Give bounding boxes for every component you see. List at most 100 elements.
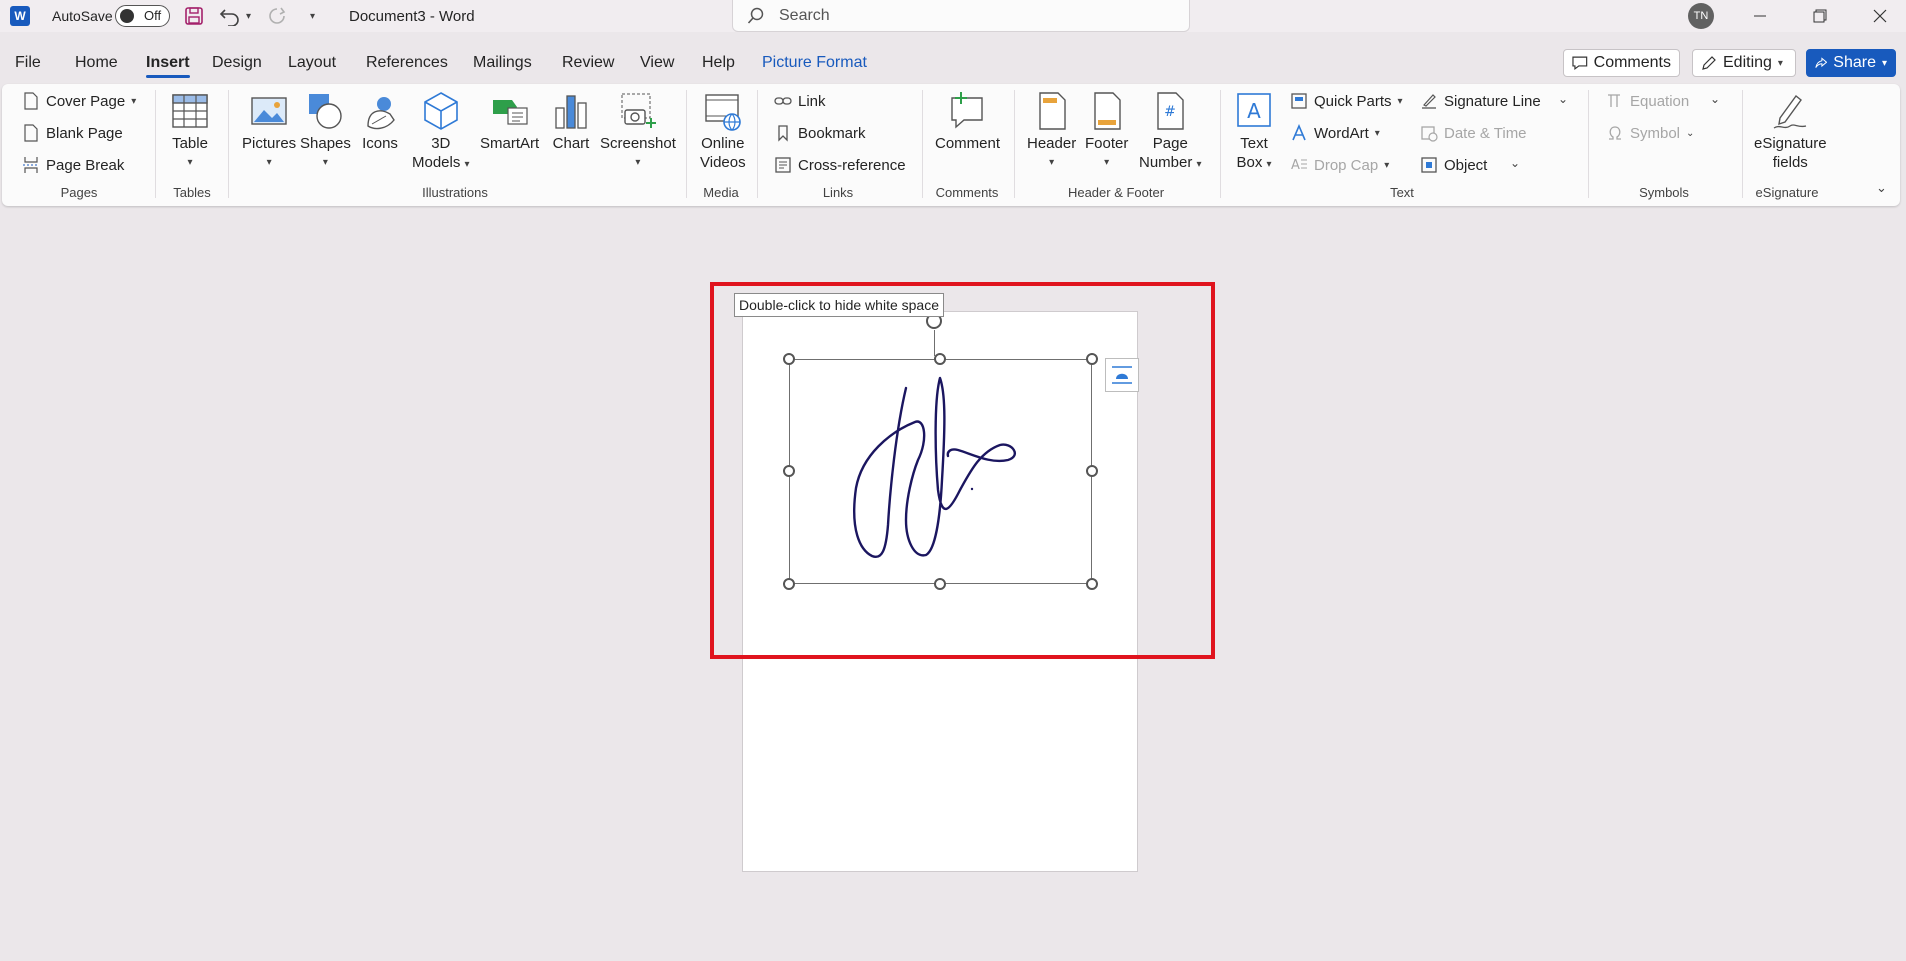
search-icon (747, 7, 764, 24)
online-videos-label-line1: Online (701, 135, 745, 152)
chevron-down-icon: ▾ (1397, 95, 1403, 107)
quick-parts-button[interactable]: Quick Parts ▾ (1290, 92, 1403, 110)
esignature-fields-button[interactable]: eSignature fields (1754, 90, 1827, 172)
word-logo-icon[interactable]: W (10, 6, 30, 26)
chart-label: Chart (552, 135, 590, 152)
tab-design[interactable]: Design (212, 54, 262, 72)
group-separator (1014, 90, 1015, 198)
page-break-button[interactable]: Page Break (22, 156, 124, 174)
screenshot-icon (621, 93, 656, 128)
chevron-down-icon: ▾ (635, 157, 641, 168)
online-videos-button[interactable]: Online Videos (700, 90, 746, 172)
tab-help[interactable]: Help (702, 54, 735, 72)
smartart-button[interactable]: SmartArt (480, 90, 539, 153)
blank-page-button[interactable]: Blank Page (22, 124, 123, 142)
group-label-tables: Tables (173, 185, 211, 200)
redo-icon[interactable] (266, 0, 288, 32)
tab-file[interactable]: File (15, 54, 41, 72)
insert-comment-button[interactable]: Comment (935, 90, 1000, 153)
header-button[interactable]: Header ▾ (1027, 90, 1076, 172)
signature-line-icon (1422, 94, 1436, 109)
date-time-button[interactable]: Date & Time (1420, 124, 1527, 142)
tab-review[interactable]: Review (562, 54, 614, 72)
save-icon[interactable] (184, 0, 204, 32)
tab-view[interactable]: View (640, 54, 674, 72)
date-time-label: Date & Time (1444, 124, 1527, 142)
wordart-button[interactable]: WordArt ▾ (1290, 124, 1380, 142)
restore-button[interactable] (1797, 0, 1843, 32)
white-space-tooltip: Double-click to hide white space (734, 293, 944, 317)
link-button[interactable]: Link (774, 92, 826, 110)
group-separator (228, 90, 229, 198)
wordart-label: WordArt (1314, 124, 1369, 142)
object-dropdown[interactable]: ⌄ (1510, 156, 1520, 170)
omega-icon (1609, 126, 1621, 140)
screenshot-button[interactable]: Screenshot ▾ (600, 90, 676, 172)
autosave-toggle[interactable]: Off (115, 5, 170, 27)
group-separator (1742, 90, 1743, 198)
ribbon-insert: Cover Page ▾ Blank Page Page Break Pages … (2, 84, 1900, 206)
close-button[interactable] (1857, 0, 1903, 32)
tab-references[interactable]: References (366, 54, 448, 72)
undo-icon[interactable] (219, 0, 241, 32)
tab-insert[interactable]: Insert (146, 54, 190, 78)
page-number-button[interactable]: # Page Number ▾ (1139, 90, 1202, 174)
share-label: Share (1833, 54, 1876, 71)
symbol-button[interactable]: Symbol ⌄ (1606, 124, 1694, 142)
icons-button[interactable]: Icons (360, 90, 400, 153)
cross-reference-button[interactable]: Cross-reference (774, 156, 906, 174)
undo-dropdown-icon[interactable]: ▾ (246, 0, 251, 32)
pictures-icon (251, 97, 287, 125)
pictures-button[interactable]: Pictures ▾ (242, 90, 296, 172)
chevron-down-icon: ▾ (1374, 127, 1380, 139)
object-button[interactable]: Object (1420, 156, 1487, 174)
chevron-down-icon: ⌄ (1510, 156, 1521, 170)
chart-button[interactable]: Chart (551, 90, 591, 153)
minimize-button[interactable] (1737, 0, 1783, 32)
header-icon (1038, 92, 1066, 130)
text-box-button[interactable]: A Text Box ▾ (1234, 90, 1274, 174)
search-input[interactable]: Search (732, 0, 1190, 32)
group-separator (922, 90, 923, 198)
drop-cap-button[interactable]: A Drop Cap ▾ (1290, 156, 1389, 174)
highlight-box (710, 282, 1215, 659)
editing-mode-button[interactable]: Editing ▾ (1692, 49, 1796, 77)
signature-line-dropdown[interactable]: ⌄ (1558, 92, 1568, 106)
group-separator (686, 90, 687, 198)
equation-label: Equation (1630, 92, 1690, 110)
autosave-state: Off (144, 8, 162, 23)
group-label-links: Links (822, 185, 854, 200)
3d-models-button[interactable]: 3D Models ▾ (412, 90, 470, 174)
toggle-knob (120, 9, 134, 23)
equation-button[interactable]: Equation (1606, 92, 1689, 110)
drop-cap-icon: A (1291, 158, 1307, 173)
bookmark-label: Bookmark (798, 124, 866, 142)
share-button[interactable]: Share ▾ (1806, 49, 1896, 77)
comments-button[interactable]: Comments (1563, 49, 1680, 77)
equation-dropdown[interactable]: ⌄ (1710, 92, 1720, 106)
tab-mailings[interactable]: Mailings (473, 54, 532, 72)
chevron-down-icon: ▾ (1881, 57, 1887, 69)
tab-picture-format[interactable]: Picture Format (762, 54, 867, 72)
object-label: Object (1444, 156, 1488, 174)
cover-page-button[interactable]: Cover Page ▾ (22, 92, 136, 110)
customize-toolbar-icon[interactable]: ▾ (310, 0, 315, 32)
footer-button[interactable]: Footer ▾ (1085, 90, 1128, 172)
chevron-down-icon: ⌄ (1876, 180, 1887, 195)
icons-label: Icons (362, 135, 398, 152)
table-button[interactable]: Table ▾ (170, 90, 210, 172)
pen-signature-icon (1773, 94, 1807, 129)
quick-parts-icon (1291, 93, 1307, 109)
group-separator (757, 90, 758, 198)
bookmark-button[interactable]: Bookmark (774, 124, 866, 142)
text-box-label-line2: Box ▾ (1236, 154, 1272, 171)
icons-icon (367, 97, 395, 130)
signature-line-button[interactable]: Signature Line (1420, 92, 1541, 110)
shapes-button[interactable]: Shapes ▾ (300, 90, 351, 172)
tab-home[interactable]: Home (75, 54, 118, 72)
collapse-ribbon-button[interactable]: ⌄ (1876, 180, 1887, 196)
tab-layout[interactable]: Layout (288, 54, 336, 72)
avatar[interactable]: TN (1688, 3, 1714, 29)
esignature-fields-label-line2: fields (1772, 154, 1808, 171)
search-placeholder: Search (779, 6, 830, 24)
